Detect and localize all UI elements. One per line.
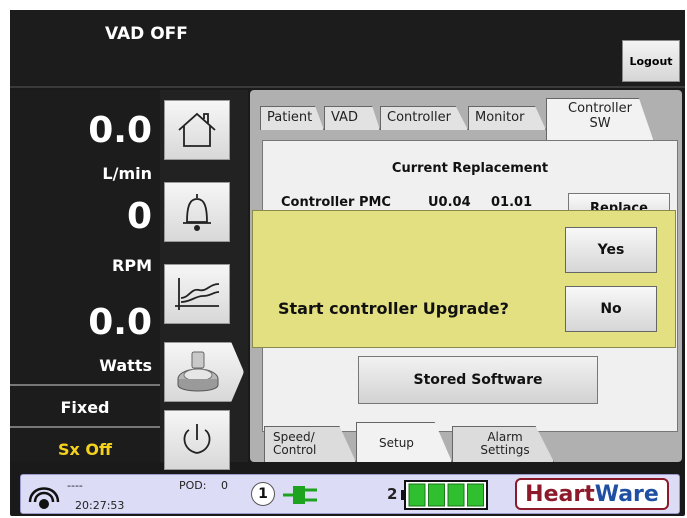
yes-button[interactable]: Yes [565, 227, 657, 273]
logout-button[interactable]: Logout [622, 40, 680, 82]
clock-time: 20:27:53 [75, 499, 125, 512]
home-button[interactable] [164, 100, 230, 160]
controller-version-1: U0.04 [428, 195, 471, 210]
tab-speed-control-line2: Control [273, 443, 317, 457]
readout-panel: 0.0 L/min 0 RPM 0.0 Watts Fixed Sx Off [10, 90, 160, 462]
tab-patient[interactable]: Patient [260, 106, 324, 130]
tab-vad[interactable]: VAD [324, 106, 380, 130]
logo-ware-text: Ware [594, 481, 659, 507]
power-button[interactable] [164, 410, 230, 470]
divider [10, 426, 160, 428]
tab-controller[interactable]: Controller [380, 106, 468, 130]
sx-status-text: Sx Off [58, 440, 112, 459]
flow-value: 0.0 [88, 110, 152, 151]
stored-software-button[interactable]: Stored Software [358, 356, 598, 404]
tab-controller-sw-line2: SW [589, 116, 611, 131]
tab-monitor[interactable]: Monitor [468, 106, 546, 130]
speed-value: 0 [126, 196, 152, 237]
battery-cell [428, 483, 445, 507]
battery-cell [408, 483, 426, 507]
divider [10, 384, 160, 386]
tab-alarm-settings-line2: Settings [480, 443, 530, 457]
tab-controller-sw[interactable]: Controller SW [546, 98, 654, 142]
speed-unit: RPM [112, 256, 152, 275]
dialog-message: Start controller Upgrade? [278, 299, 509, 318]
nav-column [160, 90, 248, 470]
battery-cell [447, 483, 465, 507]
vad-status-text: VAD OFF [105, 24, 188, 44]
trend-graph-icon [175, 278, 220, 310]
wireless-signal-icon [28, 487, 60, 509]
controller-version-2: 01.01 [491, 195, 533, 210]
pod-value: 0 [221, 479, 228, 492]
power-source-1-number: 1 [251, 482, 275, 506]
power-value: 0.0 [88, 302, 152, 343]
status-bar: ---- 20:27:53 POD: 0 1 2 Heart Ware [20, 474, 680, 514]
alarm-button[interactable] [164, 182, 230, 242]
power-icon [183, 424, 211, 454]
pump-icon [177, 351, 219, 392]
top-bar: VAD OFF Logout [10, 10, 685, 88]
no-button[interactable]: No [565, 286, 657, 332]
bell-icon [183, 194, 211, 231]
ac-plug-icon [283, 486, 317, 504]
current-replacement-title: Current Replacement [391, 161, 549, 176]
power-source-2-number: 2 [387, 485, 398, 503]
mode-text: Fixed [60, 398, 110, 417]
power-unit: Watts [99, 356, 152, 375]
flow-unit: L/min [102, 164, 152, 183]
upgrade-dialog: Yes No Start controller Upgrade? [252, 210, 676, 348]
pump-button[interactable] [164, 342, 244, 402]
controller-label: Controller PMC [281, 195, 391, 210]
battery-icon [401, 480, 488, 510]
home-icon [178, 112, 216, 147]
logo-heart-text: Heart [525, 481, 595, 507]
signal-text: ---- [67, 479, 83, 492]
battery-cell [467, 483, 484, 507]
pod-label: POD: [179, 479, 207, 492]
tab-controller-sw-line1: Controller [568, 101, 632, 116]
trends-button[interactable] [164, 264, 230, 324]
heartware-logo: Heart Ware [515, 478, 669, 510]
